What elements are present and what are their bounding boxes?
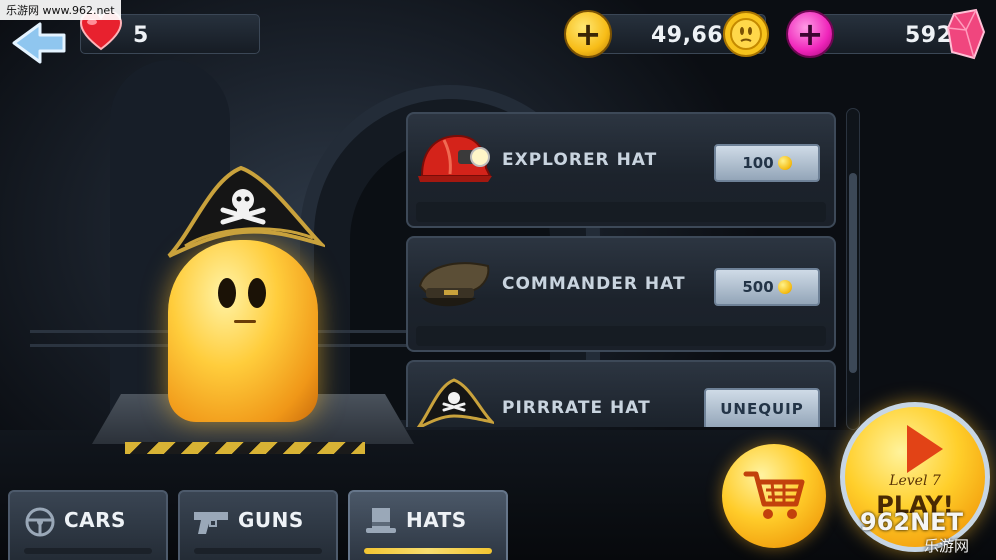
item-name: COMMANDER HAT — [502, 274, 686, 294]
pirate-hat-icon — [416, 378, 494, 427]
back-button[interactable] — [10, 20, 68, 66]
row-footer — [416, 326, 826, 346]
gem-icon — [946, 8, 986, 60]
item-name: PIRRRATE HAT — [502, 398, 651, 418]
shop-item-row-commander-hat[interactable]: COMMANDER HAT 500 — [406, 236, 836, 352]
plus-label: + — [796, 15, 824, 53]
shop-item-list[interactable]: EXPLORER HAT 100 COMMANDER HAT 500 PIRRR… — [406, 112, 836, 427]
coin-icon — [777, 280, 792, 294]
character-mouth — [234, 320, 256, 323]
unequip-button[interactable]: UNEQUIP — [704, 388, 820, 427]
shop-item-row-pirate-hat[interactable]: PIRRRATE HAT UNEQUIP — [406, 360, 836, 427]
coin-icon — [777, 156, 792, 170]
coin-icon — [723, 11, 769, 57]
row-footer — [416, 202, 826, 222]
buy-button[interactable]: 500 — [714, 268, 820, 306]
plus-label: + — [574, 15, 602, 53]
jelly-character — [168, 240, 318, 422]
character-eye — [218, 278, 236, 308]
tab-cars[interactable]: CARS — [8, 490, 168, 560]
lives-bar: 5 — [79, 11, 260, 54]
tab-indicator — [194, 548, 322, 554]
watermark-top-left: 乐游网 www.962.net — [0, 0, 121, 20]
tab-indicator — [24, 548, 152, 554]
top-hat-icon — [366, 508, 396, 533]
shopping-cart-icon — [743, 471, 805, 519]
gems-bar: 592 — [812, 14, 968, 54]
equipped-pirate-hat-icon — [167, 165, 325, 258]
shop-scrollbar[interactable] — [846, 108, 860, 430]
shop-cart-button[interactable] — [722, 444, 826, 548]
shop-item-row-explorer-hat[interactable]: EXPLORER HAT 100 — [406, 112, 836, 228]
tab-hats[interactable]: HATS — [348, 490, 508, 560]
pistol-icon — [194, 512, 228, 534]
item-name: EXPLORER HAT — [502, 150, 658, 170]
miner-helmet-icon — [418, 134, 492, 182]
add-gems-button[interactable]: + — [786, 10, 834, 58]
watermark-bottom-right: 962NET 乐游网 — [860, 508, 994, 556]
unequip-label: UNEQUIP — [720, 400, 804, 418]
price-label: 500 — [742, 278, 774, 296]
watermark-sub: 乐游网 — [924, 537, 970, 555]
buy-button[interactable]: 100 — [714, 144, 820, 182]
add-coins-button[interactable]: + — [564, 10, 612, 58]
price-label: 100 — [742, 154, 774, 172]
tab-guns[interactable]: GUNS — [178, 490, 338, 560]
tab-label: GUNS — [238, 508, 304, 532]
watermark-main: 962NET — [860, 508, 963, 536]
lives-count: 5 — [133, 23, 149, 48]
character-eye — [248, 278, 266, 308]
officer-cap-icon — [418, 262, 490, 307]
tab-label: CARS — [64, 508, 126, 532]
steering-wheel-icon — [25, 507, 55, 537]
hazard-stripes — [125, 442, 365, 454]
level-label: Level 7 — [889, 473, 941, 489]
play-icon — [907, 425, 943, 473]
tab-indicator-active — [364, 548, 492, 554]
scrollbar-thumb[interactable] — [849, 173, 857, 373]
tab-label: HATS — [406, 508, 467, 532]
